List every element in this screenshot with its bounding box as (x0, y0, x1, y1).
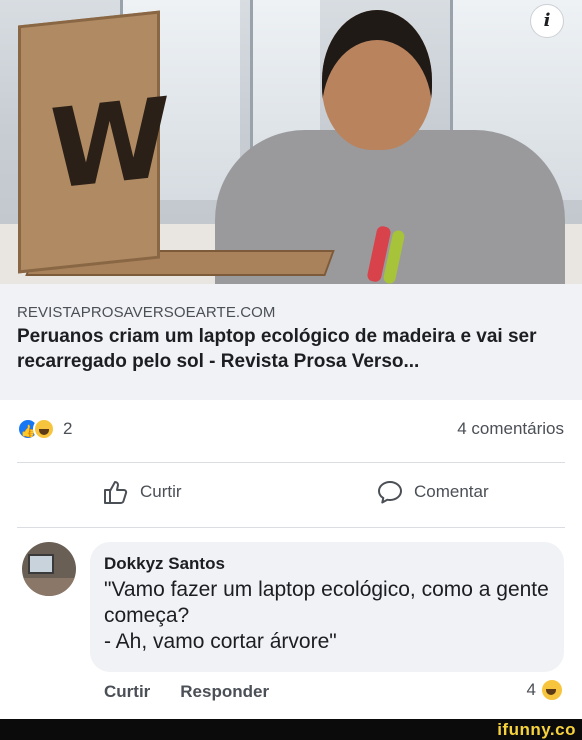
thumbs-up-icon (104, 481, 128, 504)
post-actions: Curtir Comentar (0, 478, 582, 518)
watermark-bar: ifunny.co (0, 719, 582, 740)
link-preview[interactable]: REVISTAPROSAVERSOEARTE.COM Peruanos cria… (0, 284, 582, 400)
avatar-desk (22, 578, 76, 596)
reaction-summary[interactable]: 👍 2 (17, 416, 72, 442)
link-domain: REVISTAPROSAVERSOEARTE.COM (17, 304, 276, 321)
comment-button-label: Comentar (414, 482, 489, 501)
comments-count[interactable]: 4 comentários (457, 419, 564, 439)
comment-text: "Vamo fazer um laptop ecológico, como a … (104, 578, 549, 653)
laptop-logo-cutout: W (49, 73, 171, 215)
comment-like-link[interactable]: Curtir (104, 682, 150, 702)
comment-button[interactable]: Comentar (376, 478, 489, 506)
wooden-laptop-lid: W (18, 10, 170, 274)
like-button-label: Curtir (140, 482, 182, 501)
comment-actions: Curtir Responder (104, 682, 269, 702)
like-button[interactable]: Curtir (102, 478, 182, 506)
watermark: ifunny.co (497, 720, 576, 739)
person-head (322, 10, 432, 150)
comment-author[interactable]: Dokkyz Santos (104, 554, 550, 574)
post-image[interactable]: W i (0, 0, 582, 284)
reaction-count: 2 (63, 419, 73, 438)
haha-icon (540, 678, 564, 702)
divider (17, 527, 565, 528)
info-icon[interactable]: i (530, 4, 564, 38)
avatar[interactable] (22, 542, 76, 596)
comment-bubble-icon (378, 481, 402, 504)
comment-reaction-count: 4 (526, 680, 536, 699)
link-title[interactable]: Peruanos criam um laptop ecológico de ma… (17, 324, 566, 374)
divider (17, 462, 565, 463)
comment-reactions[interactable]: 4 (527, 678, 564, 702)
comment-reply-link[interactable]: Responder (180, 682, 269, 702)
comment-bubble: Dokkyz Santos "Vamo fazer um laptop ecol… (90, 542, 564, 672)
haha-icon (33, 418, 55, 440)
avatar-monitor (28, 554, 54, 574)
